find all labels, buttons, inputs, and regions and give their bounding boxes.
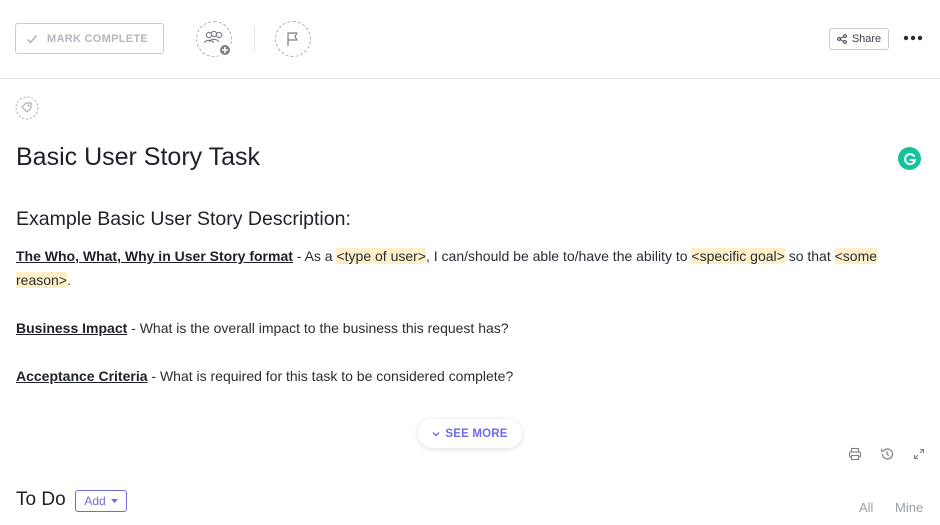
see-more-label: SEE MORE (445, 427, 508, 440)
history-button[interactable] (879, 446, 895, 462)
chevron-down-icon (432, 431, 440, 436)
print-icon (848, 447, 862, 461)
placeholder-type-of-user: <type of user> (336, 248, 426, 264)
more-options-button[interactable] (902, 30, 924, 46)
filter-mine[interactable]: Mine (895, 500, 923, 515)
placeholder-specific-goal: <specific goal> (691, 248, 785, 264)
business-impact-link[interactable]: Business Impact (16, 320, 127, 336)
paragraph-text: - As a (292, 248, 337, 264)
share-icon (836, 34, 847, 44)
description-paragraph[interactable]: Business Impact - What is the overall im… (16, 316, 926, 340)
expand-icon (913, 448, 925, 460)
paragraph-text: - What is required for this task to be c… (147, 368, 514, 384)
tag-icon (15, 96, 39, 120)
mark-complete-label: MARK COMPLETE (47, 32, 149, 45)
description-paragraph[interactable]: Acceptance Criteria - What is required f… (16, 364, 926, 388)
task-toolbar: MARK COMPLETE Share (0, 0, 940, 79)
flag-icon (287, 32, 298, 46)
description-paragraph[interactable]: The Who, What, Why in User Story format … (16, 244, 926, 292)
print-button[interactable] (847, 446, 863, 462)
add-todo-button[interactable]: Add (75, 490, 127, 512)
priority-flag-button[interactable] (275, 21, 311, 57)
acceptance-criteria-link[interactable]: Acceptance Criteria (16, 368, 148, 384)
check-icon (26, 34, 38, 44)
task-title[interactable]: Basic User Story Task (16, 143, 260, 172)
mark-complete-button[interactable]: MARK COMPLETE (15, 23, 164, 54)
paragraph-text: so that (784, 248, 835, 264)
description-heading: Example Basic User Story Description: (16, 208, 351, 230)
grammarly-icon[interactable] (898, 147, 921, 170)
expand-button[interactable] (911, 446, 927, 462)
paragraph-text: - What is the overall impact to the busi… (127, 320, 509, 336)
add-assignee-button[interactable] (196, 21, 232, 57)
history-icon (881, 448, 894, 460)
see-more-button[interactable]: SEE MORE (418, 419, 522, 448)
filter-all[interactable]: All (859, 500, 873, 515)
ellipsis-icon (903, 35, 923, 41)
caret-down-icon (110, 499, 118, 503)
add-tag-button[interactable] (15, 96, 39, 120)
paragraph-text: . (66, 272, 71, 288)
add-label: Add (84, 494, 106, 508)
plus-icon (218, 43, 232, 57)
todo-section-title: To Do (16, 489, 66, 510)
share-button[interactable]: Share (829, 28, 889, 50)
share-label: Share (851, 33, 882, 45)
toolbar-divider (254, 26, 255, 52)
paragraph-text: , I can/should be able to/have the abili… (426, 248, 692, 264)
user-story-format-link[interactable]: The Who, What, Why in User Story format (16, 248, 293, 264)
